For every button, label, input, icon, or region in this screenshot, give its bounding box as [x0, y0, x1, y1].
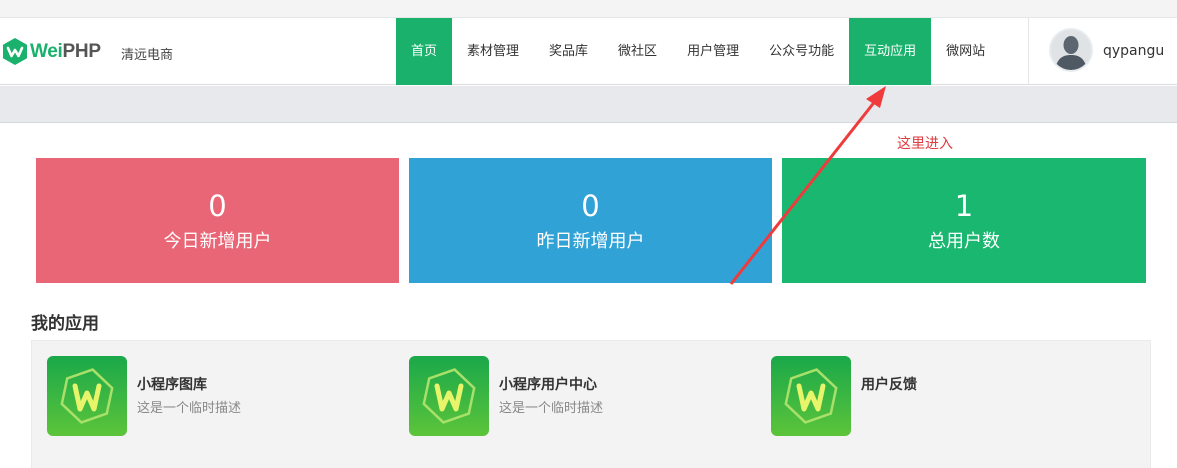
user-silhouette-icon: [1051, 30, 1091, 70]
my-apps-title: 我的应用: [31, 314, 99, 334]
app-card-user-center[interactable]: 小程序用户中心 这是一个临时描述: [409, 356, 749, 438]
nav-item-microsite[interactable]: 微网站: [931, 18, 1000, 85]
stat-total-label: 总用户数: [928, 231, 1000, 252]
stat-card-total-users: 1 总用户数: [782, 158, 1146, 283]
nav-item-prizes[interactable]: 奖品库: [534, 18, 603, 85]
logo-wordmark: WeiPHP: [30, 41, 101, 63]
shop-name: 清远电商: [121, 48, 174, 63]
page: WeiPHP 清远电商 首页 素材管理 奖品库 微社区 用户管理 公众号功能 互…: [0, 0, 1177, 468]
logo[interactable]: WeiPHP: [3, 38, 101, 65]
weiphp-app-icon: [771, 356, 851, 436]
user-menu[interactable]: qypangu: [1028, 18, 1177, 85]
app-description: 这是一个临时描述: [137, 401, 242, 416]
stat-card-yesterday-new-users: 0 昨日新增用户: [409, 158, 772, 283]
app-name: 小程序用户中心: [499, 377, 597, 393]
logo-text-wei: Wei: [30, 40, 63, 62]
nav-item-materials[interactable]: 素材管理: [452, 18, 534, 85]
nav-item-home[interactable]: 首页: [396, 18, 453, 85]
app-name: 小程序图库: [137, 377, 207, 393]
stat-yesterday-value: 0: [581, 189, 600, 223]
nav-item-community[interactable]: 微社区: [603, 18, 672, 85]
app-card-feedback[interactable]: 用户反馈: [771, 356, 1111, 438]
main-nav: 首页 素材管理 奖品库 微社区 用户管理 公众号功能 互动应用 微网站: [396, 18, 1000, 85]
username[interactable]: qypangu: [1103, 43, 1164, 59]
nav-item-official-account[interactable]: 公众号功能: [754, 18, 849, 85]
app-name: 用户反馈: [861, 377, 917, 393]
logo-text-php: PHP: [62, 40, 101, 62]
stat-today-value: 0: [208, 189, 227, 223]
nav-item-users[interactable]: 用户管理: [672, 18, 754, 85]
apps-panel: 小程序图库 这是一个临时描述 小程序用户中心 这是一个临时描述 用户反馈: [31, 340, 1151, 468]
stat-today-label: 今日新增用户: [163, 231, 272, 252]
weiphp-app-icon: [409, 356, 489, 436]
stat-yesterday-label: 昨日新增用户: [536, 231, 645, 252]
weiphp-app-icon: [47, 356, 127, 436]
annotation-label: 这里进入: [897, 136, 953, 152]
sub-toolbar: [0, 86, 1177, 123]
header: WeiPHP 清远电商 首页 素材管理 奖品库 微社区 用户管理 公众号功能 互…: [0, 18, 1177, 85]
app-card-gallery[interactable]: 小程序图库 这是一个临时描述: [47, 356, 387, 438]
stat-card-today-new-users: 0 今日新增用户: [36, 158, 399, 283]
nav-item-interactive-apps[interactable]: 互动应用: [849, 18, 932, 85]
avatar[interactable]: [1049, 28, 1093, 72]
app-description: 这是一个临时描述: [499, 401, 604, 416]
top-strip: [0, 0, 1177, 18]
weiphp-logo-icon: [3, 38, 27, 65]
stat-total-value: 1: [954, 189, 974, 223]
